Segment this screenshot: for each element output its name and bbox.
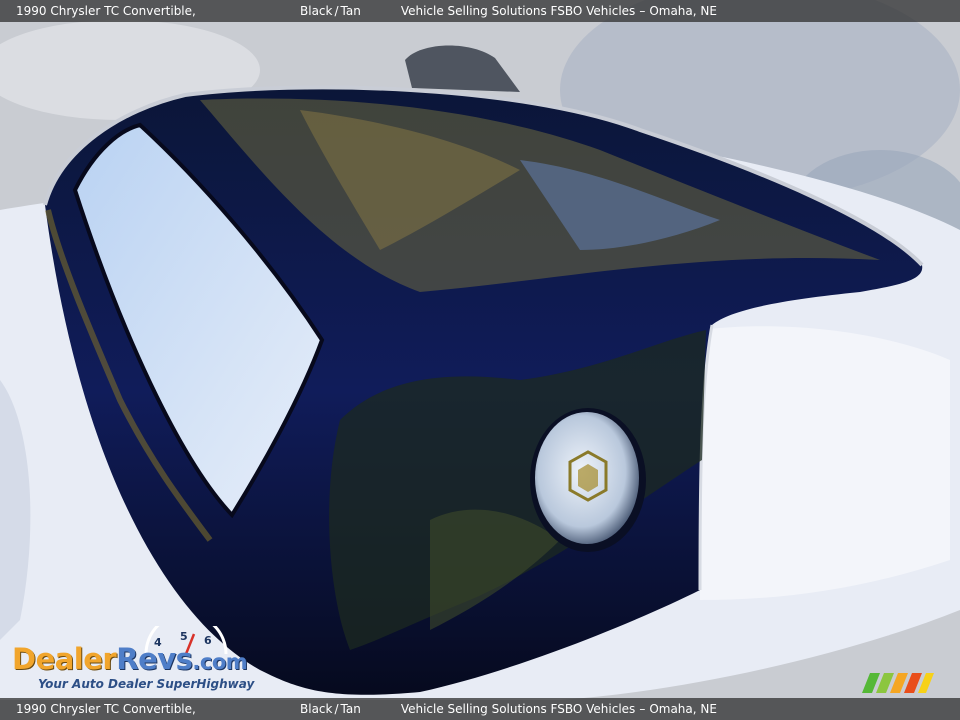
logo-word-revs: Revs (116, 642, 193, 676)
logo-tagline: Your Auto Dealer SuperHighway (38, 677, 255, 691)
exterior-color: Black (300, 4, 333, 18)
dealer-dash: – (639, 702, 646, 716)
speed-stripes-icon (862, 673, 934, 693)
dealer-location: Omaha, NE (649, 702, 717, 716)
interior-color: Tan (340, 702, 361, 716)
exterior-color: Black (300, 702, 333, 716)
logo-wordmark: DealerRevs.com (12, 642, 248, 676)
caption-bar-top: 1990 Chrysler TC Convertible, Black / Ta… (0, 0, 960, 22)
logo-word-dealer: Dealer (12, 642, 117, 676)
vehicle-photo (0, 0, 960, 720)
dealer-name: Vehicle Selling Solutions FSBO Vehicles (400, 702, 636, 716)
dealer-name: Vehicle Selling Solutions FSBO Vehicles (400, 4, 636, 18)
caption-bar-bottom: 1990 Chrysler TC Convertible, Black / Ta… (0, 698, 960, 720)
vehicle-title: 1990 Chrysler TC Convertible, (16, 702, 196, 716)
color-separator: / (334, 4, 339, 18)
dealer-dash: – (639, 4, 646, 18)
color-separator: / (334, 702, 339, 716)
dealer-location: Omaha, NE (649, 4, 717, 18)
vehicle-title: 1990 Chrysler TC Convertible, (16, 4, 196, 18)
dealerrevs-logo: 4 5 6 DealerRevs.com Your Auto Dealer Su… (12, 626, 272, 696)
interior-color: Tan (340, 4, 361, 18)
logo-word-com: .com (192, 650, 248, 674)
